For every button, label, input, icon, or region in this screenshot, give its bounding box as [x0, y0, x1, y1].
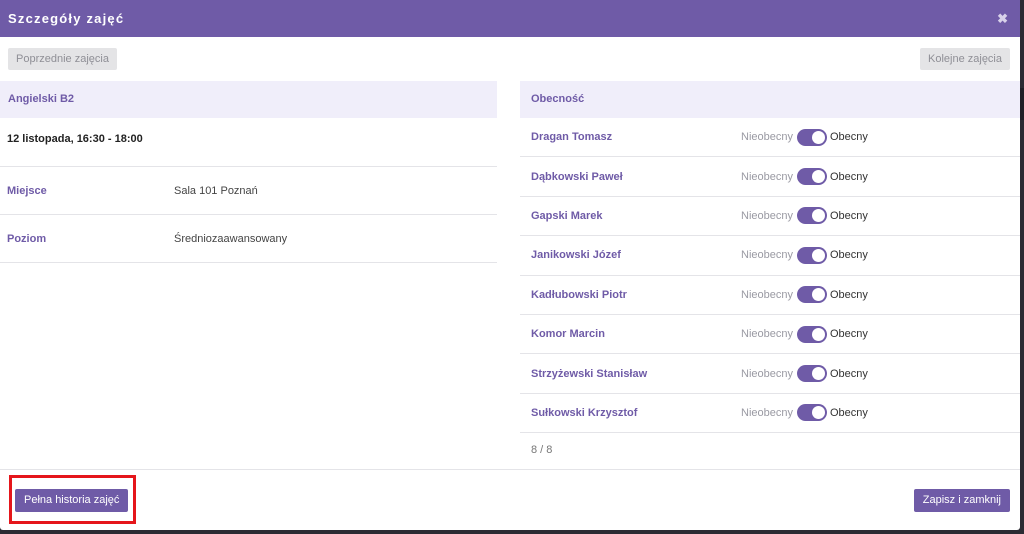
absent-label: Nieobecny — [741, 209, 793, 222]
class-details-modal: Szczegóły zajęć ✖ Poprzednie zajęcia Kol… — [0, 0, 1020, 530]
attendance-switch[interactable] — [796, 404, 827, 422]
student-name: Sułkowski Krzysztof — [531, 406, 638, 419]
info-row-level: Poziom Średniozaawansowany — [0, 215, 497, 263]
info-row-place: Miejsce Sala 101 Poznań — [0, 167, 497, 215]
info-value: Średniozaawansowany — [174, 232, 288, 245]
present-label: Obecny — [829, 288, 868, 301]
switch-knob — [811, 248, 825, 262]
attendance-panel: Obecność Dragan Tomasz Nieobecny Obecny … — [520, 81, 1020, 456]
attendance-count: 8 / 8 — [531, 444, 553, 457]
attendance-toggle-group: Nieobecny Obecny — [741, 128, 868, 146]
switch-knob — [811, 288, 825, 302]
modal-footer: Pełna historia zajęć Zapisz i zamknij — [0, 469, 1020, 531]
attendance-row: Janikowski Józef Nieobecny Obecny — [520, 236, 1020, 276]
student-name: Dragan Tomasz — [531, 131, 613, 144]
attendance-row: Dąbkowski Paweł Nieobecny Obecny — [520, 157, 1020, 197]
student-name: Komor Marcin — [531, 328, 605, 341]
absent-label: Nieobecny — [741, 367, 793, 380]
absent-label: Nieobecny — [741, 131, 793, 144]
info-label: Miejsce — [7, 184, 47, 197]
info-label: Poziom — [7, 232, 47, 245]
attendance-toggle-group: Nieobecny Obecny — [741, 168, 868, 186]
attendance-row: Dragan Tomasz Nieobecny Obecny — [520, 118, 1020, 158]
attendance-switch[interactable] — [796, 365, 827, 383]
present-label: Obecny — [829, 209, 868, 222]
attendance-toggle-group: Nieobecny Obecny — [741, 365, 868, 383]
class-info-panel: Angielski B2 12 listopada, 16:30 - 18:00… — [0, 81, 497, 263]
attendance-toggle-group: Nieobecny Obecny — [741, 246, 868, 264]
student-name: Strzyżewski Stanisław — [531, 367, 648, 380]
present-label: Obecny — [829, 131, 868, 144]
class-navigation: Poprzednie zajęcia Kolejne zajęcia — [8, 48, 1010, 70]
present-label: Obecny — [829, 249, 868, 262]
student-name: Janikowski Józef — [531, 249, 621, 262]
attendance-toggle-group: Nieobecny Obecny — [741, 286, 868, 304]
switch-knob — [811, 130, 825, 144]
attendance-toggle-group: Nieobecny Obecny — [741, 404, 868, 422]
attendance-switch[interactable] — [796, 325, 827, 343]
switch-knob — [811, 327, 825, 341]
student-name: Gapski Marek — [531, 209, 603, 222]
modal-title: Szczegóły zajęć — [8, 11, 125, 26]
attendance-switch[interactable] — [796, 168, 827, 186]
absent-label: Nieobecny — [741, 406, 793, 419]
attendance-row: Komor Marcin Nieobecny Obecny — [520, 315, 1020, 355]
student-name: Dąbkowski Paweł — [531, 170, 623, 183]
attendance-row: Strzyżewski Stanisław Nieobecny Obecny — [520, 354, 1020, 394]
absent-label: Nieobecny — [741, 170, 793, 183]
modal-header: Szczegóły zajęć ✖ — [0, 0, 1020, 37]
previous-class-button[interactable]: Poprzednie zajęcia — [8, 48, 117, 70]
attendance-row: Kadłubowski Piotr Nieobecny Obecny — [520, 276, 1020, 315]
absent-label: Nieobecny — [741, 249, 793, 262]
attendance-switch[interactable] — [796, 207, 827, 225]
present-label: Obecny — [829, 170, 868, 183]
info-value: Sala 101 Poznań — [174, 184, 258, 197]
attendance-header: Obecność — [520, 81, 1020, 118]
attendance-switch[interactable] — [796, 286, 827, 304]
switch-knob — [811, 367, 825, 381]
switch-knob — [811, 406, 825, 420]
switch-knob — [811, 209, 825, 223]
background-strip — [1020, 88, 1024, 120]
next-class-button[interactable]: Kolejne zajęcia — [920, 48, 1010, 70]
student-name: Kadłubowski Piotr — [531, 288, 627, 301]
absent-label: Nieobecny — [741, 328, 793, 341]
course-name: Angielski B2 — [0, 81, 497, 118]
save-and-close-button[interactable]: Zapisz i zamknij — [913, 489, 1010, 512]
close-icon[interactable]: ✖ — [997, 11, 1008, 27]
class-date: 12 listopada, 16:30 - 18:00 — [0, 118, 497, 167]
attendance-toggle-group: Nieobecny Obecny — [741, 207, 868, 225]
attendance-switch[interactable] — [796, 246, 827, 264]
attendance-switch[interactable] — [796, 128, 827, 146]
present-label: Obecny — [829, 367, 868, 380]
attendance-toggle-group: Nieobecny Obecny — [741, 325, 868, 343]
present-label: Obecny — [829, 406, 868, 419]
absent-label: Nieobecny — [741, 288, 793, 301]
attendance-row: Sułkowski Krzysztof Nieobecny Obecny — [520, 394, 1020, 434]
full-history-button[interactable]: Pełna historia zajęć — [15, 489, 129, 512]
attendance-row: Gapski Marek Nieobecny Obecny — [520, 197, 1020, 237]
present-label: Obecny — [829, 328, 868, 341]
switch-knob — [811, 170, 825, 184]
